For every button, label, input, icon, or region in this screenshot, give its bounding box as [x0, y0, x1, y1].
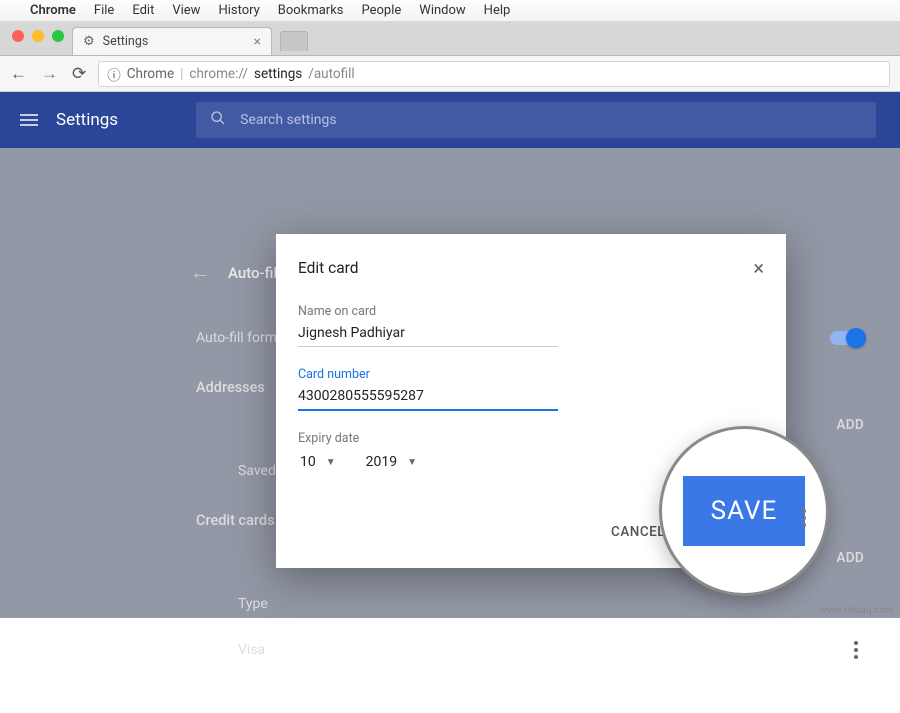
name-on-card-field[interactable]: Name on card Jignesh Padhiyar	[298, 304, 558, 347]
search-placeholder: Search settings	[240, 112, 337, 128]
expiry-label: Expiry date	[298, 431, 558, 446]
card-number-field[interactable]: Card number 4300280555595287	[298, 367, 558, 411]
browser-tab[interactable]: ⚙ Settings ×	[72, 27, 272, 55]
dialog-title: Edit card	[298, 259, 359, 277]
card-type-label: Type	[238, 596, 864, 612]
forward-button: →	[41, 64, 58, 84]
menu-bookmarks[interactable]: Bookmarks	[278, 3, 344, 18]
dialog-close-icon[interactable]: ×	[753, 256, 764, 280]
back-arrow-icon[interactable]: ←	[190, 260, 210, 285]
window-minimize-button[interactable]	[32, 30, 44, 42]
menu-view[interactable]: View	[172, 3, 200, 18]
site-info-icon[interactable]: ⓘ	[107, 64, 121, 84]
settings-title: Settings	[56, 110, 118, 130]
window-close-button[interactable]	[12, 30, 24, 42]
card-number-value[interactable]: 4300280555595287	[298, 386, 558, 411]
url-scheme: Chrome	[127, 66, 174, 82]
expiry-year-value: 2019	[366, 454, 397, 470]
address-bar[interactable]: ⓘ Chrome | chrome:// settings/autofill	[98, 61, 890, 87]
browser-toolbar: ← → ⟳ ⓘ Chrome | chrome:// settings/autof…	[0, 56, 900, 92]
divider: |	[180, 66, 183, 82]
expiry-month-value: 10	[300, 454, 316, 470]
add-address-button[interactable]: ADD	[837, 417, 864, 433]
reload-button[interactable]: ⟳	[72, 64, 86, 84]
add-card-button[interactable]: ADD	[837, 550, 864, 566]
cancel-button[interactable]: CANCEL	[611, 524, 665, 540]
menu-history[interactable]: History	[218, 3, 259, 18]
new-tab-button[interactable]	[280, 31, 308, 51]
window-maximize-button[interactable]	[52, 30, 64, 42]
search-icon	[210, 110, 226, 130]
url-prefix: chrome://	[189, 66, 248, 82]
tab-title: Settings	[103, 34, 149, 49]
window-controls	[8, 22, 72, 55]
name-on-card-value[interactable]: Jignesh Padhiyar	[298, 323, 558, 347]
menu-file[interactable]: File	[94, 3, 114, 18]
autofill-toggle[interactable]	[830, 331, 864, 345]
callout-save-button: SAVE	[683, 476, 806, 546]
chevron-down-icon: ▼	[407, 457, 417, 468]
menu-app[interactable]: Chrome	[30, 3, 76, 18]
back-button[interactable]: ←	[10, 64, 27, 84]
menu-people[interactable]: People	[362, 3, 402, 18]
name-on-card-label: Name on card	[298, 304, 558, 319]
menu-edit[interactable]: Edit	[132, 3, 154, 18]
menu-icon[interactable]	[20, 114, 38, 126]
kebab-icon	[796, 503, 812, 533]
mac-menubar: Chrome File Edit View History Bookmarks …	[0, 0, 900, 22]
card-visa-row[interactable]: Visa	[238, 642, 848, 658]
menu-window[interactable]: Window	[419, 3, 465, 18]
tabstrip: ⚙ Settings ×	[0, 22, 900, 56]
search-settings[interactable]: Search settings	[196, 102, 876, 138]
card-number-label: Card number	[298, 367, 558, 382]
url-host: settings	[254, 66, 302, 82]
expiry-year-select[interactable]: 2019 ▼	[364, 450, 423, 474]
settings-header: Settings Search settings	[0, 92, 900, 148]
gear-icon: ⚙	[83, 34, 95, 49]
callout-highlight: SAVE	[659, 426, 829, 596]
watermark: www.deuaq.com	[820, 605, 895, 616]
menu-help[interactable]: Help	[484, 3, 511, 18]
card-row-menu[interactable]	[848, 635, 864, 665]
tab-close-icon[interactable]: ×	[254, 34, 261, 50]
url-path: /autofill	[308, 66, 354, 82]
expiry-month-select[interactable]: 10 ▼	[298, 450, 342, 474]
expiry-field: Expiry date 10 ▼ 2019 ▼	[298, 431, 558, 474]
chevron-down-icon: ▼	[326, 457, 336, 468]
